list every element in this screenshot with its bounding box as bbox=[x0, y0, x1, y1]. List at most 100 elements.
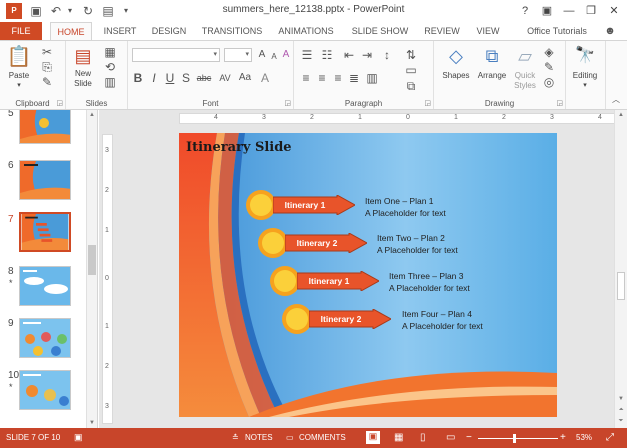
shadow-text-button[interactable]: S bbox=[180, 71, 192, 85]
zoom-slider-thumb[interactable] bbox=[513, 434, 516, 443]
paste-icon[interactable]: 📋 bbox=[6, 45, 32, 69]
scroll-down-icon[interactable]: ▼ bbox=[88, 420, 96, 426]
change-case-button[interactable]: Aa bbox=[236, 71, 254, 85]
slide-thumbnail-8[interactable] bbox=[19, 266, 71, 306]
notes-button[interactable]: NOTES bbox=[245, 433, 273, 442]
zoom-out-icon[interactable]: − bbox=[466, 432, 472, 443]
new-slide-icon[interactable]: ▤ bbox=[72, 44, 94, 68]
horizontal-ruler[interactable]: 4 3 2 1 0 1 2 3 4 bbox=[179, 113, 619, 124]
scrollbar-thumb[interactable] bbox=[88, 245, 96, 275]
item-text-block[interactable]: Item Two – Plan 2 A Placeholder for text bbox=[377, 232, 458, 256]
spell-check-icon[interactable]: ▣ bbox=[74, 432, 83, 443]
tab-review[interactable]: REVIEW bbox=[420, 22, 464, 40]
thumbnail-scrollbar[interactable]: ▲ ▼ bbox=[86, 110, 97, 428]
slide-thumbnail-5[interactable] bbox=[19, 110, 71, 144]
tab-insert[interactable]: INSERT bbox=[98, 22, 142, 40]
zoom-level[interactable]: 53% bbox=[576, 433, 592, 442]
user-avatar-icon[interactable]: ☻ bbox=[598, 22, 622, 40]
layout-icon[interactable]: ▦ bbox=[102, 45, 118, 59]
itinerary-arrow-label[interactable]: Itinerary 1 bbox=[273, 195, 337, 215]
cut-icon[interactable]: ✂ bbox=[40, 45, 54, 59]
zoom-slider[interactable] bbox=[478, 438, 558, 439]
vertical-ruler[interactable]: 3 2 1 0 1 2 3 bbox=[102, 134, 113, 424]
font-launcher-icon[interactable]: ◲ bbox=[284, 99, 291, 107]
previous-slide-icon[interactable]: ⏶ bbox=[617, 407, 625, 414]
slide-thumbnail-pane[interactable]: 5 6 7 8 * 9 10 * ▲ ▼ bbox=[0, 110, 98, 428]
slide-title[interactable]: Itinerary Slide bbox=[186, 140, 292, 155]
quick-styles-button[interactable]: Quick Styles bbox=[510, 71, 540, 91]
item-text-block[interactable]: Item One – Plan 1 A Placeholder for text bbox=[365, 195, 446, 219]
section-icon[interactable]: ▥ bbox=[102, 75, 118, 89]
tab-view[interactable]: VIEW bbox=[470, 22, 506, 40]
normal-view-icon[interactable]: ▣ bbox=[366, 431, 380, 444]
paste-dropdown-icon[interactable]: ▾ bbox=[14, 81, 24, 89]
next-slide-icon[interactable]: ⏷ bbox=[617, 418, 625, 425]
help-button[interactable]: ? bbox=[514, 2, 536, 20]
comments-icon[interactable]: ▭ bbox=[286, 433, 294, 442]
decrease-indent-icon[interactable]: ⇤ bbox=[342, 48, 356, 62]
slide-thumbnail-9[interactable] bbox=[19, 318, 71, 358]
item-text-block[interactable]: Item Four – Plan 4 A Placeholder for tex… bbox=[402, 308, 483, 332]
itinerary-arrow-label[interactable]: Itinerary 1 bbox=[297, 271, 361, 291]
itinerary-arrow-label[interactable]: Itinerary 2 bbox=[309, 309, 373, 329]
editing-button[interactable]: Editing bbox=[566, 71, 604, 80]
font-size-combo[interactable]: ▾ bbox=[224, 48, 252, 62]
tab-design[interactable]: DESIGN bbox=[146, 22, 192, 40]
line-spacing-icon[interactable]: ↕ bbox=[380, 48, 394, 62]
text-direction-icon[interactable]: ⇅ bbox=[404, 48, 418, 62]
new-slide-button[interactable]: New Slide bbox=[67, 69, 99, 89]
itinerary-arrow-label[interactable]: Itinerary 2 bbox=[285, 233, 349, 253]
justify-icon[interactable]: ≣ bbox=[348, 71, 360, 85]
notes-icon[interactable]: ≛ bbox=[232, 433, 239, 442]
shapes-icon[interactable]: ◇ bbox=[444, 45, 468, 67]
format-painter-icon[interactable]: ✎ bbox=[40, 75, 54, 89]
align-left-icon[interactable]: ≡ bbox=[300, 71, 312, 85]
smartart-icon[interactable]: ⧉ bbox=[404, 79, 418, 93]
arrange-icon[interactable]: ⧉ bbox=[480, 45, 504, 67]
reading-view-icon[interactable]: ▯ bbox=[420, 432, 426, 443]
reset-icon[interactable]: ⟲ bbox=[102, 60, 118, 74]
numbering-icon[interactable]: ☷ bbox=[320, 48, 334, 62]
editing-dropdown-icon[interactable]: ▾ bbox=[580, 81, 590, 89]
bold-button[interactable]: B bbox=[132, 71, 144, 85]
slide-sorter-icon[interactable]: ▦ bbox=[394, 432, 403, 443]
shapes-button[interactable]: Shapes bbox=[438, 71, 474, 80]
align-text-icon[interactable]: ▭ bbox=[404, 63, 418, 77]
tab-transitions[interactable]: TRANSITIONS bbox=[200, 22, 264, 40]
ribbon-display-options-icon[interactable]: ▣ bbox=[536, 2, 558, 20]
minimize-button[interactable]: — bbox=[558, 2, 580, 20]
drawing-launcher-icon[interactable]: ◲ bbox=[556, 99, 563, 107]
clear-formatting-icon[interactable]: A bbox=[280, 48, 292, 62]
editor-vertical-scrollbar[interactable]: ▲ ▼ ⏶ ⏷ bbox=[614, 110, 627, 428]
collapse-ribbon-icon[interactable]: ︿ bbox=[610, 93, 622, 107]
font-color-icon[interactable]: A bbox=[258, 71, 272, 85]
tab-animations[interactable]: ANIMATIONS bbox=[274, 22, 338, 40]
arrange-button[interactable]: Arrange bbox=[472, 71, 512, 80]
fit-slide-icon[interactable]: ⤢ bbox=[606, 432, 614, 443]
scroll-up-icon[interactable]: ▲ bbox=[88, 112, 96, 118]
scrollbar-thumb[interactable] bbox=[617, 272, 625, 300]
character-spacing-button[interactable]: AV bbox=[216, 71, 234, 85]
paste-button[interactable]: Paste bbox=[2, 71, 36, 80]
slide-thumbnail-7[interactable] bbox=[19, 212, 71, 252]
strikethrough-button[interactable]: abc bbox=[194, 71, 214, 85]
italic-button[interactable]: I bbox=[148, 71, 160, 85]
copy-icon[interactable]: ⎘ bbox=[40, 60, 54, 74]
columns-icon[interactable]: ▥ bbox=[366, 71, 378, 85]
tab-home[interactable]: HOME bbox=[50, 22, 92, 41]
slide-thumbnail-10[interactable] bbox=[19, 370, 71, 410]
grow-font-icon[interactable]: A bbox=[256, 48, 268, 62]
tab-file[interactable]: FILE bbox=[0, 22, 42, 40]
close-button[interactable]: ✕ bbox=[603, 2, 625, 20]
underline-button[interactable]: U bbox=[164, 71, 176, 85]
restore-button[interactable]: ❐ bbox=[580, 2, 602, 20]
scroll-up-icon[interactable]: ▲ bbox=[617, 112, 625, 118]
account-name[interactable]: Office Tutorials bbox=[520, 22, 594, 40]
clipboard-launcher-icon[interactable]: ◲ bbox=[56, 99, 63, 107]
binoculars-icon[interactable]: 🔭 bbox=[574, 45, 596, 67]
quick-styles-icon[interactable]: ▱ bbox=[514, 45, 536, 67]
slide-thumbnail-6[interactable] bbox=[19, 160, 71, 200]
tab-slide-show[interactable]: SLIDE SHOW bbox=[348, 22, 412, 40]
font-name-combo[interactable]: ▾ bbox=[132, 48, 220, 62]
comments-button[interactable]: COMMENTS bbox=[299, 433, 346, 442]
